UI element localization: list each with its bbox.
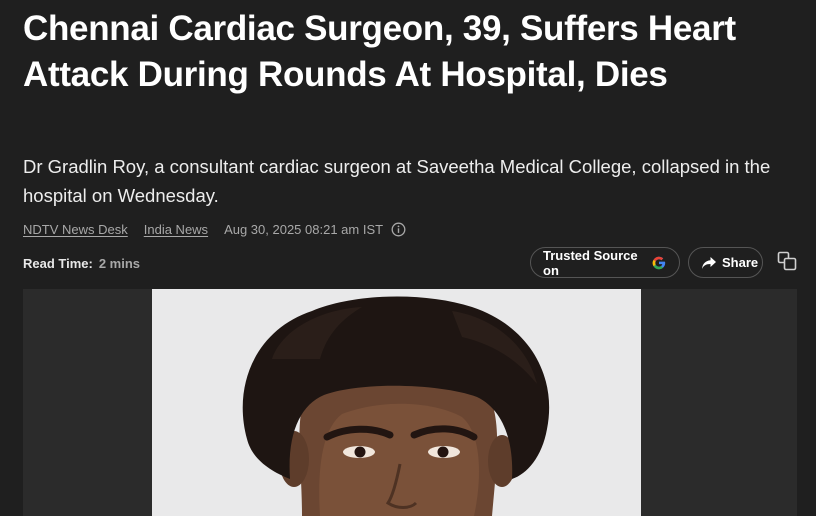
trusted-source-label: Trusted Source on: [543, 247, 638, 278]
headline: Chennai Cardiac Surgeon, 39, Suffers Hea…: [23, 9, 736, 94]
info-icon[interactable]: [391, 222, 406, 237]
share-button[interactable]: Share: [688, 247, 763, 278]
google-g-icon: [651, 255, 667, 271]
lead-image-container: [23, 289, 797, 516]
byline: NDTV News Desk India News Aug 30, 2025 0…: [23, 219, 406, 239]
author-link[interactable]: NDTV News Desk: [23, 222, 128, 237]
article: Chennai Cardiac Surgeon, 39, Suffers Hea…: [0, 0, 816, 516]
share-arrow-icon: [701, 256, 717, 270]
publish-date: Aug 30, 2025 08:21 am IST: [224, 221, 384, 237]
read-time: Read Time: 2 mins: [23, 254, 140, 272]
category-link[interactable]: India News: [144, 222, 208, 237]
copy-icon: [776, 250, 798, 277]
article-summary: Dr Gradlin Roy, a consultant cardiac sur…: [23, 156, 771, 206]
portrait-photo: [152, 289, 641, 516]
share-label: Share: [722, 255, 759, 270]
trusted-source-button[interactable]: Trusted Source on: [530, 247, 680, 278]
copy-link-button[interactable]: [774, 250, 800, 276]
read-time-label: Read Time:: [23, 255, 93, 271]
read-time-value: 2 mins: [98, 255, 141, 271]
